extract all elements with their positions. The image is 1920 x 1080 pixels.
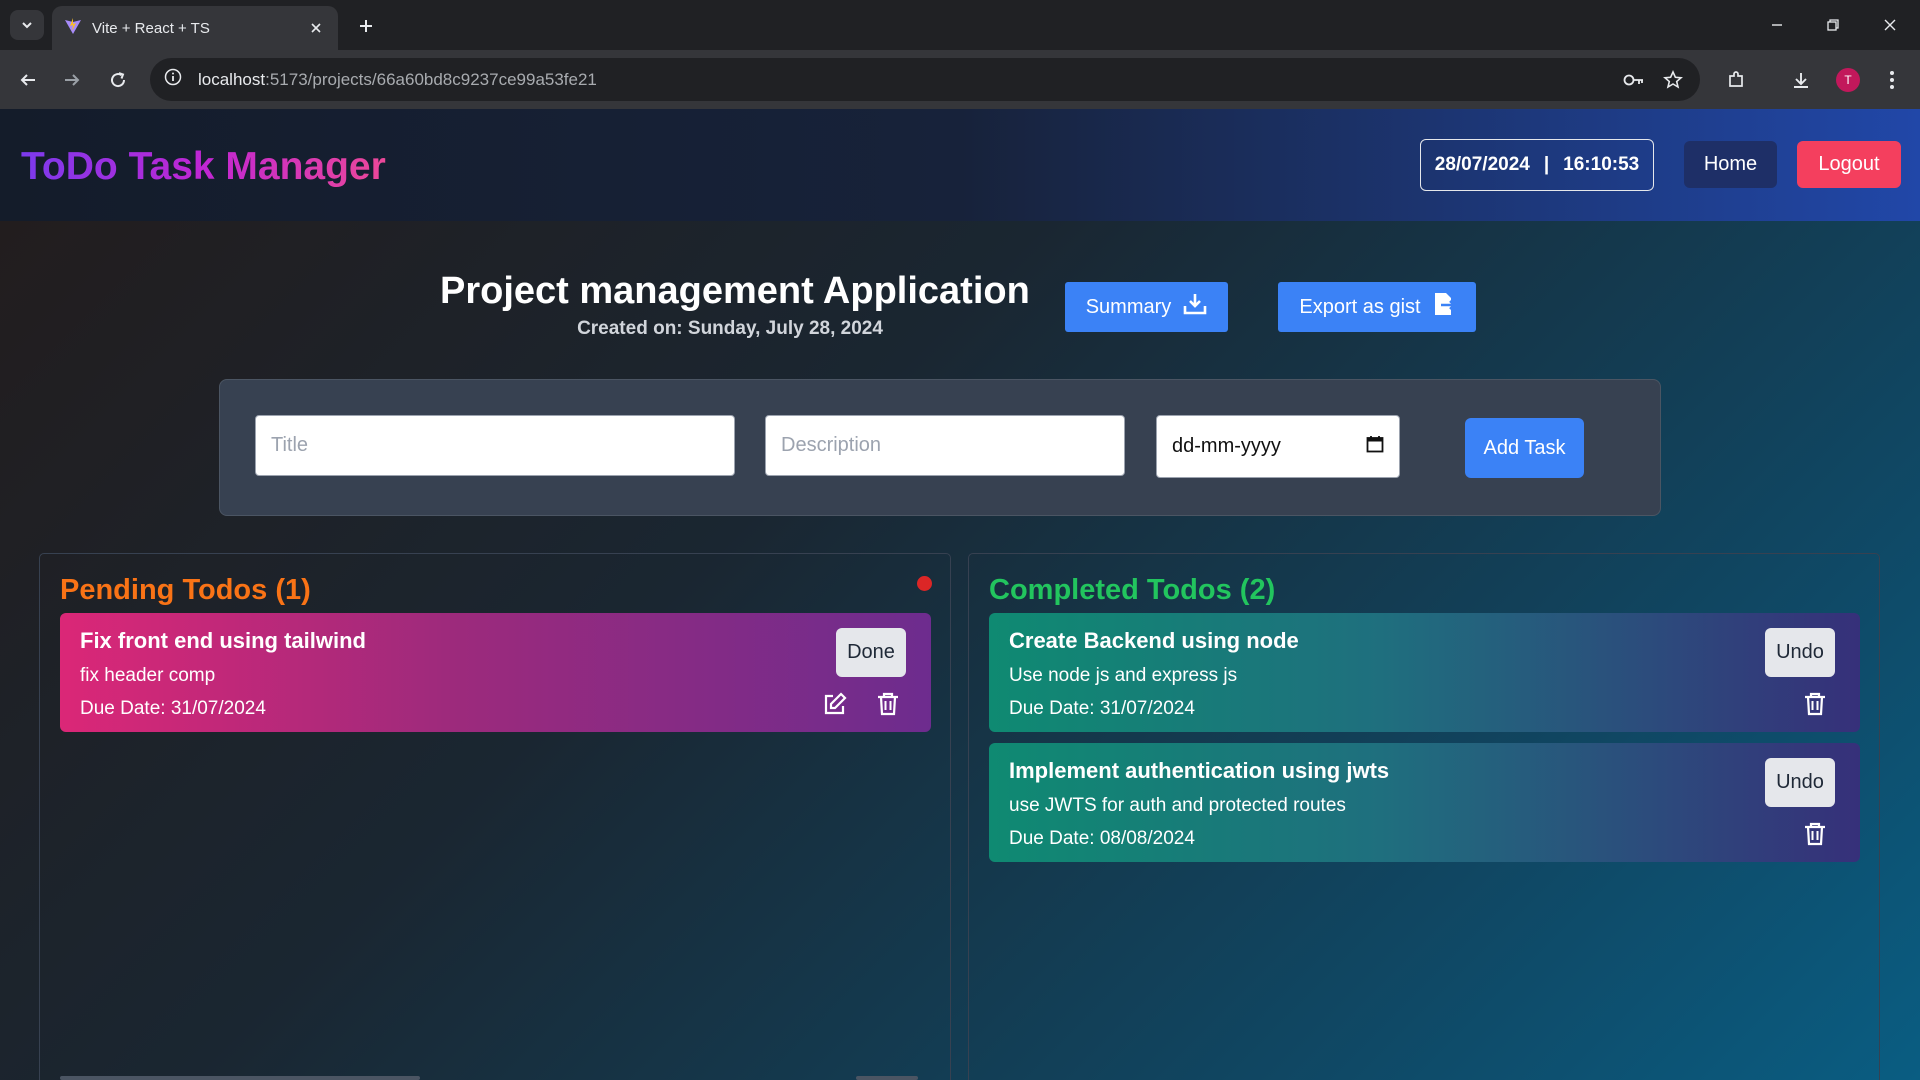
done-button[interactable]: Done xyxy=(836,628,906,677)
horizontal-scrollbar[interactable] xyxy=(60,1076,420,1080)
undo-button[interactable]: Undo xyxy=(1765,628,1835,677)
url-text: localhost:5173/projects/66a60bd8c9237ce9… xyxy=(198,70,597,90)
forward-arrow-icon[interactable] xyxy=(56,64,88,96)
todo-due-date: Due Date: 08/08/2024 xyxy=(1009,828,1195,849)
completed-heading: Completed Todos (2) xyxy=(989,574,1276,606)
export-gist-button-label: Export as gist xyxy=(1299,295,1421,318)
pending-heading: Pending Todos (1) xyxy=(60,574,311,606)
minimize-icon[interactable] xyxy=(1760,10,1794,40)
summary-button[interactable]: Summary xyxy=(1065,282,1228,332)
home-button[interactable]: Home xyxy=(1684,141,1777,188)
due-date-input[interactable]: dd-mm-yyyy xyxy=(1156,415,1400,478)
current-time: 16:10:53 xyxy=(1563,154,1640,175)
current-date: 28/07/2024 xyxy=(1434,154,1530,175)
due-date-placeholder: dd-mm-yyyy xyxy=(1172,435,1281,457)
file-export-icon xyxy=(1433,292,1456,322)
todo-title: Fix front end using tailwind xyxy=(80,628,366,653)
browser-tab-strip: Vite + React + TS xyxy=(0,0,1920,50)
description-input[interactable] xyxy=(765,415,1125,476)
vite-favicon-icon xyxy=(64,17,82,40)
project-created-date: Created on: Sunday, July 28, 2024 xyxy=(577,318,883,339)
todo-due-date: Due Date: 31/07/2024 xyxy=(1009,698,1195,719)
add-task-form: dd-mm-yyyy Add Task xyxy=(219,379,1661,516)
url-host: localhost xyxy=(198,69,266,89)
tab-close-icon[interactable] xyxy=(306,18,326,38)
site-info-icon[interactable] xyxy=(164,68,182,91)
calendar-icon[interactable] xyxy=(1366,435,1384,459)
trash-icon[interactable] xyxy=(1802,821,1828,847)
bookmark-star-icon[interactable] xyxy=(1661,68,1685,92)
address-bar[interactable]: localhost:5173/projects/66a60bd8c9237ce9… xyxy=(150,58,1700,101)
trash-icon[interactable] xyxy=(875,691,901,717)
more-menu-icon[interactable] xyxy=(1876,64,1908,96)
todo-card: Create Backend using node Use node js an… xyxy=(989,613,1860,732)
todo-description: fix header comp xyxy=(80,665,216,686)
pending-todos-column: Pending Todos (1) Fix front end using ta… xyxy=(39,553,951,1080)
app-brand: ToDo Task Manager xyxy=(21,145,386,188)
app-header: ToDo Task Manager 28/07/2024 | 16:10:53 … xyxy=(0,109,1920,221)
browser-toolbar: localhost:5173/projects/66a60bd8c9237ce9… xyxy=(0,50,1920,109)
tab-search-chevron-icon[interactable] xyxy=(10,10,44,40)
summary-button-label: Summary xyxy=(1085,295,1172,318)
new-tab-plus-icon[interactable] xyxy=(352,12,380,40)
close-window-icon[interactable] xyxy=(1873,10,1907,40)
profile-avatar[interactable]: T xyxy=(1836,68,1860,92)
url-path: :5173/projects/66a60bd8c9237ce99a53fe21 xyxy=(265,69,597,89)
reload-icon[interactable] xyxy=(102,64,134,96)
todo-due-date: Due Date: 31/07/2024 xyxy=(80,698,266,719)
project-title: Project management Application xyxy=(440,270,1030,312)
todo-description: use JWTS for auth and protected routes xyxy=(1009,795,1346,816)
back-arrow-icon[interactable] xyxy=(12,64,44,96)
extensions-puzzle-icon[interactable] xyxy=(1720,64,1752,96)
undo-button[interactable]: Undo xyxy=(1765,758,1835,807)
export-gist-button[interactable]: Export as gist xyxy=(1278,282,1476,332)
edit-icon[interactable] xyxy=(822,691,848,717)
todo-card: Fix front end using tailwind fix header … xyxy=(60,613,931,732)
status-dot-icon xyxy=(917,576,932,591)
datetime-separator: | xyxy=(1543,154,1550,175)
browser-tab[interactable]: Vite + React + TS xyxy=(52,6,338,50)
password-key-icon[interactable] xyxy=(1622,68,1646,92)
tab-title: Vite + React + TS xyxy=(92,19,210,37)
todo-card: Implement authentication using jwts use … xyxy=(989,743,1860,862)
download-icon xyxy=(1183,292,1207,322)
trash-icon[interactable] xyxy=(1802,691,1828,717)
todo-description: Use node js and express js xyxy=(1009,665,1238,686)
restore-icon[interactable] xyxy=(1816,10,1850,40)
download-icon[interactable] xyxy=(1785,64,1817,96)
todo-title: Create Backend using node xyxy=(1009,628,1299,653)
title-input[interactable] xyxy=(255,415,735,476)
completed-todos-column: Completed Todos (2) Create Backend using… xyxy=(968,553,1880,1080)
horizontal-scrollbar[interactable] xyxy=(856,1076,918,1080)
app-page: ToDo Task Manager 28/07/2024 | 16:10:53 … xyxy=(0,109,1920,1080)
datetime-display: 28/07/2024 | 16:10:53 xyxy=(1420,139,1654,191)
todo-title: Implement authentication using jwts xyxy=(1009,758,1390,783)
add-task-button[interactable]: Add Task xyxy=(1465,418,1584,478)
logout-button[interactable]: Logout xyxy=(1797,141,1901,188)
